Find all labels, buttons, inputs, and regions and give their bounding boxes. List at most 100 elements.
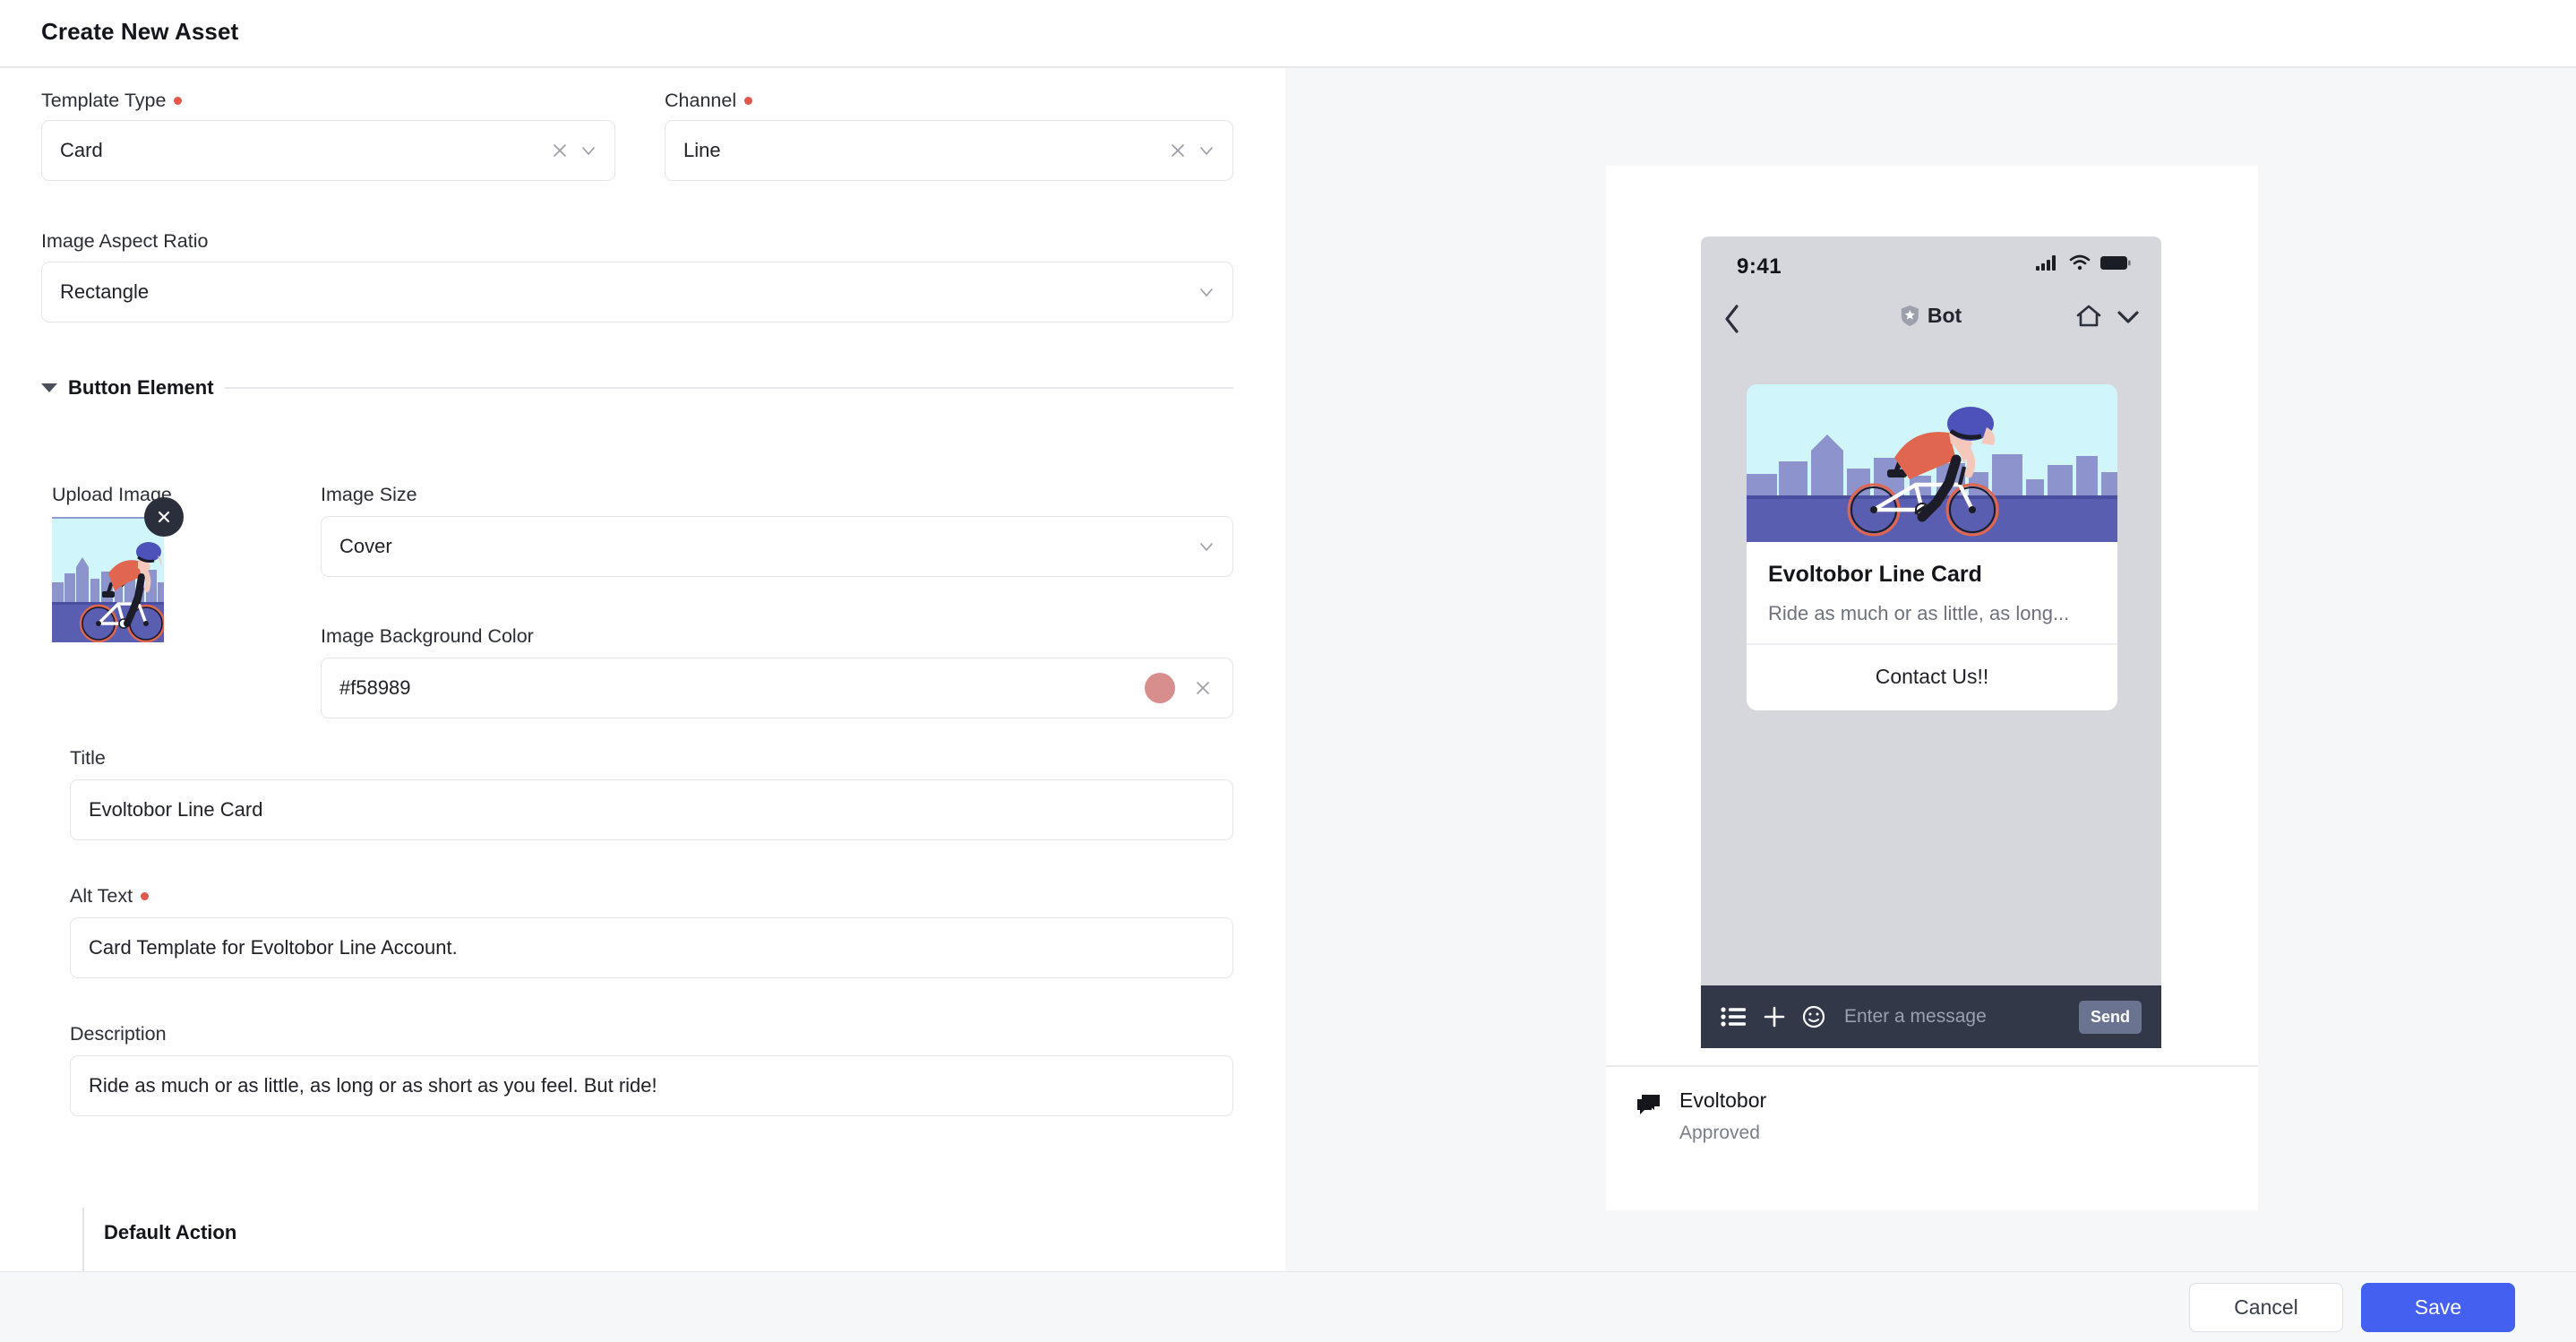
asset-name: Evoltobor [1679,1088,1767,1112]
channel-label-text: Channel [665,90,737,111]
asset-meta-text: Evoltobor Approved [1679,1088,1766,1144]
description-label-text: Description [70,1023,167,1045]
channel-adornments [1166,121,1232,180]
preview-card-divider [1606,1065,2258,1067]
phone-mockup: 9:41 Bot Evoltobor Line Card Ride as muc… [1701,237,2161,1048]
cancel-button[interactable]: Cancel [2189,1282,2343,1332]
preview-card: 9:41 Bot Evoltobor Line Card Ride as muc… [1606,166,2258,1210]
title-input[interactable]: Evoltobor Line Card [70,779,1233,840]
remove-image-button[interactable] [144,497,184,537]
chat-bubbles-icon [1637,1095,1660,1114]
alt-text-value: Card Template for Evoltobor Line Account… [89,936,458,959]
clear-icon[interactable] [1166,139,1189,162]
image-size-adornments [1195,517,1232,576]
chevron-down-icon[interactable] [1195,535,1218,558]
message-input-placeholder[interactable]: Enter a message [1844,1006,1987,1028]
title-label: Title [70,747,106,769]
image-size-label: Image Size [321,484,417,505]
image-aspect-ratio-label: Image Aspect Ratio [41,230,209,252]
image-background-color-input[interactable]: #f58989 [321,658,1233,718]
page-header: Create New Asset [0,0,2576,68]
status-icons [2036,254,2131,271]
footer-actions: Cancel Save [0,1271,2576,1342]
template-type-label-text: Template Type [41,90,167,111]
image-background-color-adornments [1145,658,1232,718]
chevron-down-icon[interactable] [2115,304,2142,329]
channel-value: Line [683,139,721,161]
section-divider [224,387,1233,389]
wifi-icon [2069,254,2091,271]
template-type-adornments [548,121,614,180]
phone-status-bar: 9:41 [1701,237,2161,296]
status-badge: Approved [1679,1123,1760,1143]
alt-text-label: Alt Text [70,885,150,907]
image-aspect-ratio-value: Rectangle [60,280,150,303]
description-input[interactable]: Ride as much or as little, as long or as… [70,1055,1233,1116]
chevron-down-icon[interactable] [1195,139,1218,162]
image-size-select[interactable]: Cover [321,516,1233,577]
list-menu-icon[interactable] [1721,1005,1746,1028]
home-icon[interactable] [2075,304,2102,329]
cyclist-illustration [1747,384,2117,542]
title-value: Evoltobor Line Card [89,798,263,821]
title-label-text: Title [70,747,106,769]
description-label: Description [70,1023,167,1045]
caret-down-icon[interactable] [41,383,57,392]
preview-message-card: Evoltobor Line Card Ride as much or as l… [1747,384,2117,710]
required-dot-icon [174,97,183,106]
chevron-down-icon[interactable] [1195,280,1218,304]
clear-icon[interactable] [1191,676,1215,700]
image-background-color-value: #f58989 [339,676,411,699]
image-size-label-text: Image Size [321,484,417,505]
chevron-down-icon[interactable] [577,139,600,162]
close-icon [158,511,170,523]
upload-image-thumbnail[interactable] [52,497,184,642]
cyclist-illustration [52,519,164,642]
form-pane: Template Type Card Channel Line Image As… [0,68,1285,1271]
cellular-signal-icon [2036,255,2056,271]
channel-select[interactable]: Line [665,120,1233,181]
default-action-title: Default Action [104,1221,237,1243]
chevron-left-icon[interactable] [1722,303,1742,335]
phone-nav-bar: Bot [1701,292,2161,348]
required-dot-icon [141,892,150,901]
battery-icon [2100,255,2131,270]
required-dot-icon [744,97,753,106]
clear-icon[interactable] [548,139,571,162]
button-element-section-title: Button Element [68,376,214,399]
preview-pane: 9:41 Bot Evoltobor Line Card Ride as muc… [1285,68,2576,1271]
page-title: Create New Asset [41,18,239,45]
image-aspect-ratio-adornments [1195,262,1232,322]
card-title: Evoltobor Line Card [1768,562,1982,587]
save-button[interactable]: Save [2361,1282,2515,1332]
phone-nav-title-group: Bot [1901,304,1962,328]
phone-composer: Enter a message Send [1701,985,2161,1048]
image-aspect-ratio-select[interactable]: Rectangle [41,262,1233,323]
uploaded-image-preview [52,517,164,642]
send-button[interactable]: Send [2078,1000,2142,1034]
app-root: Create New Asset Template Type Card Chan… [0,0,2576,1342]
image-aspect-ratio-label-text: Image Aspect Ratio [41,230,209,252]
image-size-value: Cover [339,535,392,557]
smiley-icon[interactable] [1801,1004,1826,1029]
template-type-select[interactable]: Card [41,120,615,181]
description-value: Ride as much or as little, as long or as… [89,1074,657,1097]
template-type-value: Card [60,139,103,161]
card-description: Ride as much or as little, as long... [1768,602,2070,624]
plus-icon[interactable] [1762,1004,1787,1029]
alt-text-input[interactable]: Card Template for Evoltobor Line Account… [70,917,1233,978]
image-background-color-label: Image Background Color [321,626,534,647]
default-action-group: Default Action Label Action [82,1208,1233,1271]
verified-shield-icon [1901,305,1919,326]
color-swatch[interactable] [1145,673,1175,703]
phone-nav-actions [2075,304,2142,329]
card-body: Evoltobor Line Card Ride as much or as l… [1747,542,2117,643]
status-time: 9:41 [1737,254,1782,279]
button-element-section-header[interactable]: Button Element [41,376,1233,400]
card-image [1747,384,2117,542]
channel-label: Channel [665,90,753,111]
alt-text-label-text: Alt Text [70,885,133,907]
template-type-label: Template Type [41,90,183,111]
card-action-button[interactable]: Contact Us!! [1747,645,2117,710]
phone-bot-name: Bot [1927,304,1962,327]
